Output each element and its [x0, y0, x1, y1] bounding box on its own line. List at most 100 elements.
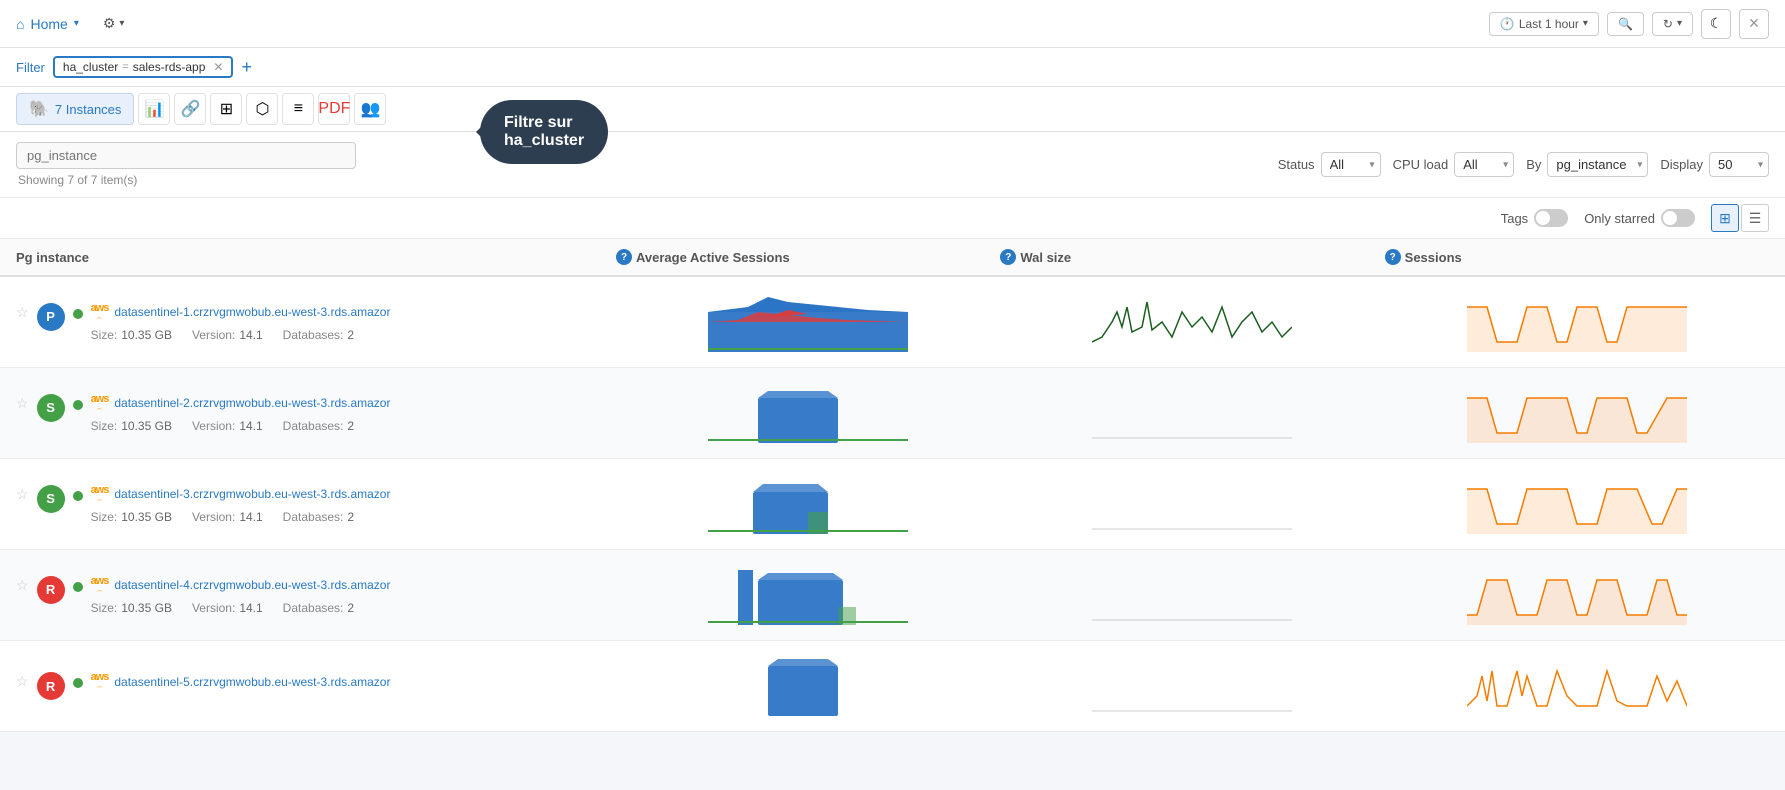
table-header: Pg instance ? Average Active Sessions ? … [0, 239, 1785, 277]
avg-sessions-chart-1 [616, 287, 1000, 357]
home-link[interactable]: ⌂ Home ▾ [16, 16, 79, 32]
role-badge-2: S [37, 394, 65, 422]
search-icon: 🔍 [1618, 17, 1633, 31]
instance-meta-2: Size: 10.35 GB Version: 14.1 Databases: … [91, 419, 391, 433]
table-row: ☆ R aws ⌢ datasentinel-5.crzrvgmwobub.eu… [0, 641, 1785, 732]
refresh-icon: ↻ [1663, 17, 1673, 31]
pdf-button[interactable]: PDF [318, 93, 350, 125]
col-header-sessions: ? Sessions [1385, 249, 1769, 265]
size-meta-4: Size: 10.35 GB [91, 601, 172, 615]
filter-label: Filter [16, 60, 45, 75]
status-dot-3 [73, 491, 83, 501]
version-value-4: 14.1 [239, 601, 262, 615]
settings-button[interactable]: ⚙ ▾ [103, 15, 125, 32]
filter-tag-ha-cluster[interactable]: ha_cluster = sales-rds-app ✕ [53, 56, 234, 78]
search-button[interactable]: 🔍 [1607, 12, 1644, 36]
star-button-3[interactable]: ☆ [16, 485, 29, 501]
star-button-4[interactable]: ☆ [16, 576, 29, 592]
view-mode-toggle: ⊞ ☰ [1711, 204, 1769, 232]
star-button-5[interactable]: ☆ [16, 672, 29, 688]
avg-sessions-chart-4 [616, 560, 1000, 630]
sessions-chart-3 [1385, 469, 1769, 539]
dark-mode-button[interactable]: ☾ [1701, 9, 1731, 39]
status-filter-group: Status All [1278, 152, 1381, 177]
search-input[interactable] [16, 142, 356, 169]
instance-hostname-2[interactable]: datasentinel-2.crzrvgmwobub.eu-west-3.rd… [114, 396, 390, 410]
table-row: ☆ S aws ⌢ datasentinel-3.crzrvgmwobub.eu… [0, 459, 1785, 550]
only-starred-toggle[interactable] [1661, 209, 1695, 227]
display-label: Display [1660, 157, 1703, 172]
aws-logo-2: aws ⌢ [91, 394, 109, 413]
filter-section: Filter ha_cluster = sales-rds-app ✕ + Fi… [0, 48, 1785, 87]
table-icon: ⊞ [220, 99, 233, 119]
instance-name-row-1: aws ⌢ datasentinel-1.crzrvgmwobub.eu-wes… [91, 303, 391, 322]
wal-size-svg-1 [1092, 292, 1292, 352]
instance-hostname-4[interactable]: datasentinel-4.crzrvgmwobub.eu-west-3.rd… [114, 578, 390, 592]
instance-name-row-2: aws ⌢ datasentinel-2.crzrvgmwobub.eu-wes… [91, 394, 391, 413]
wal-size-svg-2 [1092, 383, 1292, 443]
version-label-4: Version: [192, 601, 235, 615]
tags-toggle[interactable] [1534, 209, 1568, 227]
instance-hostname-3[interactable]: datasentinel-3.crzrvgmwobub.eu-west-3.rd… [114, 487, 390, 501]
database-icon: 🐘 [29, 99, 49, 119]
databases-meta-4: Databases: 2 [283, 601, 354, 615]
size-label-2: Size: [91, 419, 118, 433]
status-select-wrap: All [1321, 152, 1381, 177]
stack-icon: ⬡ [255, 99, 269, 119]
size-meta-2: Size: 10.35 GB [91, 419, 172, 433]
databases-value-1: 2 [347, 328, 354, 342]
sessions-svg-2 [1467, 383, 1687, 443]
time-chevron-icon: ▾ [1583, 18, 1588, 29]
avg-sessions-chart-2 [616, 378, 1000, 448]
chart-bar-button[interactable]: 📊 [138, 93, 170, 125]
cpu-load-select[interactable]: All [1454, 152, 1514, 177]
last-hour-button[interactable]: 🕐 Last 1 hour ▾ [1489, 12, 1599, 36]
refresh-chevron-icon: ▾ [1677, 18, 1682, 29]
avg-sessions-svg-4 [708, 565, 908, 625]
instance-hostname-1[interactable]: datasentinel-1.crzrvgmwobub.eu-west-3.rd… [114, 305, 390, 319]
instance-details-4: aws ⌢ datasentinel-4.crzrvgmwobub.eu-wes… [91, 576, 391, 615]
topology-icon: 🔗 [180, 99, 200, 119]
status-select[interactable]: All [1321, 152, 1381, 177]
display-select[interactable]: 50 [1709, 152, 1769, 177]
status-dot-2 [73, 400, 83, 410]
sessions-chart-1 [1385, 287, 1769, 357]
list-button[interactable]: ≡ [282, 93, 314, 125]
display-filter-group: Display 50 [1660, 152, 1769, 177]
list-view-button[interactable]: ☰ [1741, 204, 1769, 232]
topology-button[interactable]: 🔗 [174, 93, 206, 125]
star-button-1[interactable]: ☆ [16, 303, 29, 319]
size-meta-3: Size: 10.35 GB [91, 510, 172, 524]
status-dot-5 [73, 678, 83, 688]
by-select[interactable]: pg_instance [1547, 152, 1648, 177]
view-toolbar: 🐘 7 Instances 📊 🔗 ⊞ ⬡ ≡ PDF 👥 [0, 87, 1785, 132]
filter-tag-close-icon[interactable]: ✕ [213, 60, 223, 74]
databases-value-4: 2 [347, 601, 354, 615]
filter-add-button[interactable]: + [241, 58, 252, 76]
grid-view-button[interactable]: ⊞ [1711, 204, 1739, 232]
databases-label-2: Databases: [283, 419, 344, 433]
users-button[interactable]: 👥 [354, 93, 386, 125]
gear-icon: ⚙ [103, 15, 116, 32]
topnav-right: 🕐 Last 1 hour ▾ 🔍 ↻ ▾ ☾ ✕ [1489, 9, 1769, 39]
cpu-load-select-wrap: All [1454, 152, 1514, 177]
version-meta-3: Version: 14.1 [192, 510, 263, 524]
table-row: ☆ R aws ⌢ datasentinel-4.crzrvgmwobub.eu… [0, 550, 1785, 641]
databases-value-2: 2 [347, 419, 354, 433]
refresh-button[interactable]: ↻ ▾ [1652, 12, 1693, 36]
home-icon: ⌂ [16, 16, 24, 32]
version-meta-1: Version: 14.1 [192, 328, 263, 342]
close-button[interactable]: ✕ [1739, 9, 1769, 39]
instances-count-button[interactable]: 🐘 7 Instances [16, 93, 134, 125]
version-label-3: Version: [192, 510, 235, 524]
stack-button[interactable]: ⬡ [246, 93, 278, 125]
only-starred-label: Only starred [1584, 211, 1655, 226]
home-label: Home [30, 16, 67, 32]
table-button[interactable]: ⊞ [210, 93, 242, 125]
list-icon: ≡ [294, 100, 303, 118]
instance-hostname-5[interactable]: datasentinel-5.crzrvgmwobub.eu-west-3.rd… [114, 675, 390, 689]
databases-meta-3: Databases: 2 [283, 510, 354, 524]
by-filter-group: By pg_instance [1526, 152, 1648, 177]
star-button-2[interactable]: ☆ [16, 394, 29, 410]
col-sessions-label: Sessions [1405, 250, 1462, 265]
